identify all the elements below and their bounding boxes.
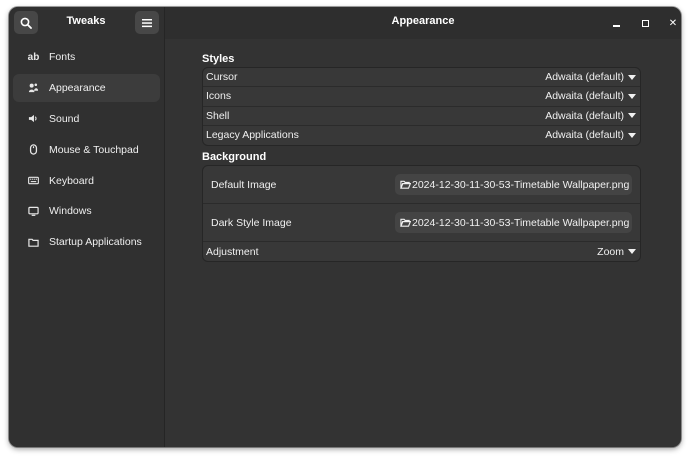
row-label: Cursor [206, 71, 238, 84]
sidebar-item-mouse-touchpad[interactable]: Mouse & Touchpad [13, 136, 160, 164]
icons-dropdown[interactable]: Adwaita (default) [545, 90, 636, 102]
legacy-applications-dropdown[interactable]: Adwaita (default) [545, 129, 636, 141]
monitor-icon [27, 205, 40, 218]
page-title: Appearance [391, 15, 455, 27]
fonts-icon: ab [27, 51, 40, 63]
row-label: Dark Style Image [211, 216, 292, 229]
cursor-dropdown[interactable]: Adwaita (default) [545, 71, 636, 83]
dropdown-value: Zoom [597, 245, 624, 258]
sidebar-item-label: Windows [49, 205, 92, 218]
dark-style-image-file-button[interactable]: 2024-12-30-11-30-53-Timetable Wallpaper.… [395, 212, 632, 233]
headerbar: Appearance ✕ [165, 7, 681, 39]
maximize-icon [641, 19, 649, 27]
sidebar-item-windows[interactable]: Windows [13, 197, 160, 225]
chevron-down-icon [628, 74, 636, 80]
row-label: Adjustment [206, 245, 259, 258]
app-title: Tweaks [66, 15, 106, 27]
folder-open-icon [400, 180, 411, 189]
speaker-icon [27, 112, 40, 125]
appearance-icon [27, 81, 40, 94]
close-button[interactable]: ✕ [665, 15, 681, 31]
folder-icon [27, 236, 40, 249]
adjustment-row[interactable]: Adjustment Zoom [203, 242, 640, 261]
chevron-down-icon [628, 93, 636, 99]
mouse-icon [27, 143, 40, 156]
hamburger-menu-icon [142, 18, 152, 27]
dropdown-value: Adwaita (default) [545, 71, 624, 84]
row-label: Default Image [211, 178, 277, 191]
sidebar-item-fonts[interactable]: ab Fonts [13, 43, 160, 71]
dropdown-value: Adwaita (default) [545, 109, 624, 122]
minimize-button[interactable] [608, 15, 624, 31]
cursor-row[interactable]: Cursor Adwaita (default) [203, 68, 640, 88]
tweaks-window: Tweaks ab Fonts Appearance Sound Mouse &… [9, 7, 681, 447]
sidebar-item-label: Mouse & Touchpad [49, 143, 139, 156]
sidebar-item-label: Sound [49, 112, 80, 125]
file-name: 2024-12-30-11-30-53-Timetable Wallpaper.… [412, 216, 630, 229]
sidebar-item-label: Startup Applications [49, 236, 142, 249]
dropdown-value: Adwaita (default) [545, 129, 624, 142]
styles-heading: Styles [202, 53, 235, 65]
sidebar-item-keyboard[interactable]: Keyboard [13, 167, 160, 195]
background-heading: Background [202, 151, 267, 163]
shell-dropdown[interactable]: Adwaita (default) [545, 110, 636, 122]
dark-style-image-row: Dark Style Image 2024-12-30-11-30-53-Tim… [203, 204, 640, 242]
file-name: 2024-12-30-11-30-53-Timetable Wallpaper.… [412, 178, 630, 191]
sidebar-item-label: Fonts [49, 51, 76, 63]
sidebar: Tweaks ab Fonts Appearance Sound Mouse &… [9, 7, 165, 447]
icons-row[interactable]: Icons Adwaita (default) [203, 87, 640, 107]
row-label: Shell [206, 109, 230, 122]
chevron-down-icon [628, 249, 636, 254]
sidebar-header: Tweaks [9, 7, 164, 39]
appearance-page: Styles Cursor Adwaita (default) Icons Ad… [165, 39, 681, 447]
keyboard-icon [27, 174, 40, 187]
shell-row[interactable]: Shell Adwaita (default) [203, 107, 640, 126]
row-label: Legacy Applications [206, 129, 299, 142]
chevron-down-icon [628, 132, 636, 138]
default-image-row: Default Image 2024-12-30-11-30-53-Timeta… [203, 166, 640, 204]
minimize-icon [612, 25, 620, 27]
row-label: Icons [206, 90, 232, 103]
sidebar-item-startup-applications[interactable]: Startup Applications [13, 228, 160, 256]
search-button[interactable] [14, 11, 38, 34]
dropdown-value: Adwaita (default) [545, 90, 624, 103]
sidebar-item-sound[interactable]: Sound [13, 105, 160, 133]
adjustment-dropdown[interactable]: Zoom [597, 246, 636, 258]
default-image-file-button[interactable]: 2024-12-30-11-30-53-Timetable Wallpaper.… [395, 174, 632, 195]
folder-open-icon [400, 218, 411, 227]
sidebar-nav: ab Fonts Appearance Sound Mouse & Touchp… [13, 43, 160, 259]
styles-list: Cursor Adwaita (default) Icons Adwaita (… [202, 67, 641, 146]
sidebar-item-label: Appearance [49, 81, 106, 94]
main-menu-button[interactable] [135, 11, 159, 34]
maximize-button[interactable] [637, 15, 653, 31]
close-icon: ✕ [668, 17, 678, 29]
search-icon [20, 17, 32, 29]
sidebar-item-appearance[interactable]: Appearance [13, 73, 160, 102]
sidebar-item-label: Keyboard [49, 174, 94, 187]
legacy-applications-row[interactable]: Legacy Applications Adwaita (default) [203, 126, 640, 145]
background-list: Default Image 2024-12-30-11-30-53-Timeta… [202, 165, 641, 262]
chevron-down-icon [628, 113, 636, 119]
